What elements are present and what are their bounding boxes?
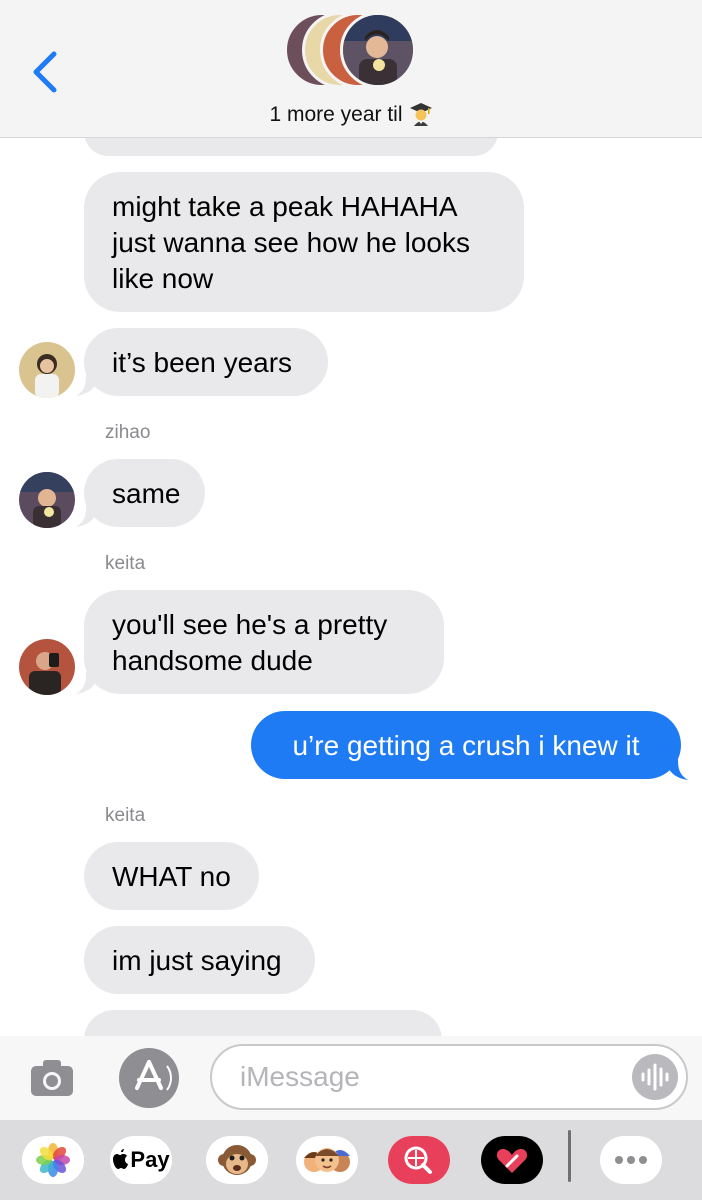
- imessage-field[interactable]: [210, 1044, 688, 1110]
- conversation-title-text: 1 more year til: [269, 103, 403, 126]
- apple-pay-button[interactable]: Pay: [110, 1136, 172, 1184]
- sender-name: keita: [105, 805, 146, 826]
- message-text: WHAT no: [112, 861, 231, 892]
- message-text: same: [112, 478, 181, 509]
- web-search-icon: [388, 1136, 450, 1184]
- group-avatar-stack[interactable]: [284, 12, 420, 92]
- app-store-button[interactable]: [119, 1048, 179, 1108]
- apple-logo-icon: [113, 1149, 129, 1169]
- more-icon: [615, 1156, 647, 1164]
- message-text: u’re getting a crush i knew it: [292, 730, 640, 761]
- photos-app-button[interactable]: [22, 1136, 84, 1184]
- message-bubble[interactable]: same: [84, 459, 205, 527]
- sender-name: zihao: [105, 422, 151, 443]
- compose-bar: [0, 1036, 702, 1120]
- message-bubble[interactable]: you'll see he's a pretty handsome dude: [84, 590, 444, 694]
- memoji-button[interactable]: [296, 1136, 358, 1184]
- message-bubble[interactable]: WHAT no: [84, 842, 259, 910]
- back-chevron-icon[interactable]: [28, 48, 62, 96]
- memoji-icon: [304, 1148, 350, 1172]
- avatar[interactable]: [19, 342, 75, 398]
- audio-message-button[interactable]: [632, 1054, 678, 1100]
- group-avatar: [340, 12, 416, 88]
- app-drawer: Pay: [0, 1120, 702, 1200]
- waveform-icon: [641, 1063, 669, 1091]
- animoji-monkey-button[interactable]: [206, 1136, 268, 1184]
- message-bubble[interactable]: might take a peak HAHAHA just wanna see …: [84, 172, 524, 312]
- message-text: it’s been years: [112, 347, 293, 378]
- message-text: you'll see he's a pretty handsome dude: [112, 609, 388, 676]
- avatar[interactable]: [19, 472, 75, 528]
- graduate-emoji-icon: [409, 102, 433, 126]
- digital-touch-icon: [481, 1136, 543, 1184]
- more-apps-button[interactable]: [600, 1136, 662, 1184]
- message-bubble[interactable]: im just saying: [84, 926, 315, 994]
- message-text: might take a peak HAHAHA just wanna see …: [112, 191, 470, 294]
- camera-icon[interactable]: [28, 1054, 76, 1102]
- message-text: im just saying: [112, 945, 282, 976]
- sender-name: keita: [105, 553, 146, 574]
- conversation-title[interactable]: 1 more year til: [0, 102, 702, 127]
- message-bubble-outgoing[interactable]: u’re getting a crush i knew it: [251, 711, 681, 779]
- message-bubble[interactable]: it’s been years: [84, 328, 328, 396]
- drawer-divider: [568, 1130, 571, 1182]
- web-search-button[interactable]: [388, 1136, 450, 1184]
- message-input[interactable]: [240, 1058, 620, 1096]
- avatar[interactable]: [19, 639, 75, 695]
- photos-icon: [36, 1143, 70, 1177]
- monkey-animoji-icon: [218, 1145, 256, 1175]
- message-bubble-partial[interactable]: [84, 1010, 442, 1036]
- conversation-header: 1 more year til: [0, 0, 702, 138]
- digital-touch-button[interactable]: [481, 1136, 543, 1184]
- message-thread[interactable]: might take a peak HAHAHA just wanna see …: [0, 0, 702, 1036]
- app-store-icon: [135, 1060, 172, 1091]
- apple-pay-label: Pay: [130, 1147, 170, 1172]
